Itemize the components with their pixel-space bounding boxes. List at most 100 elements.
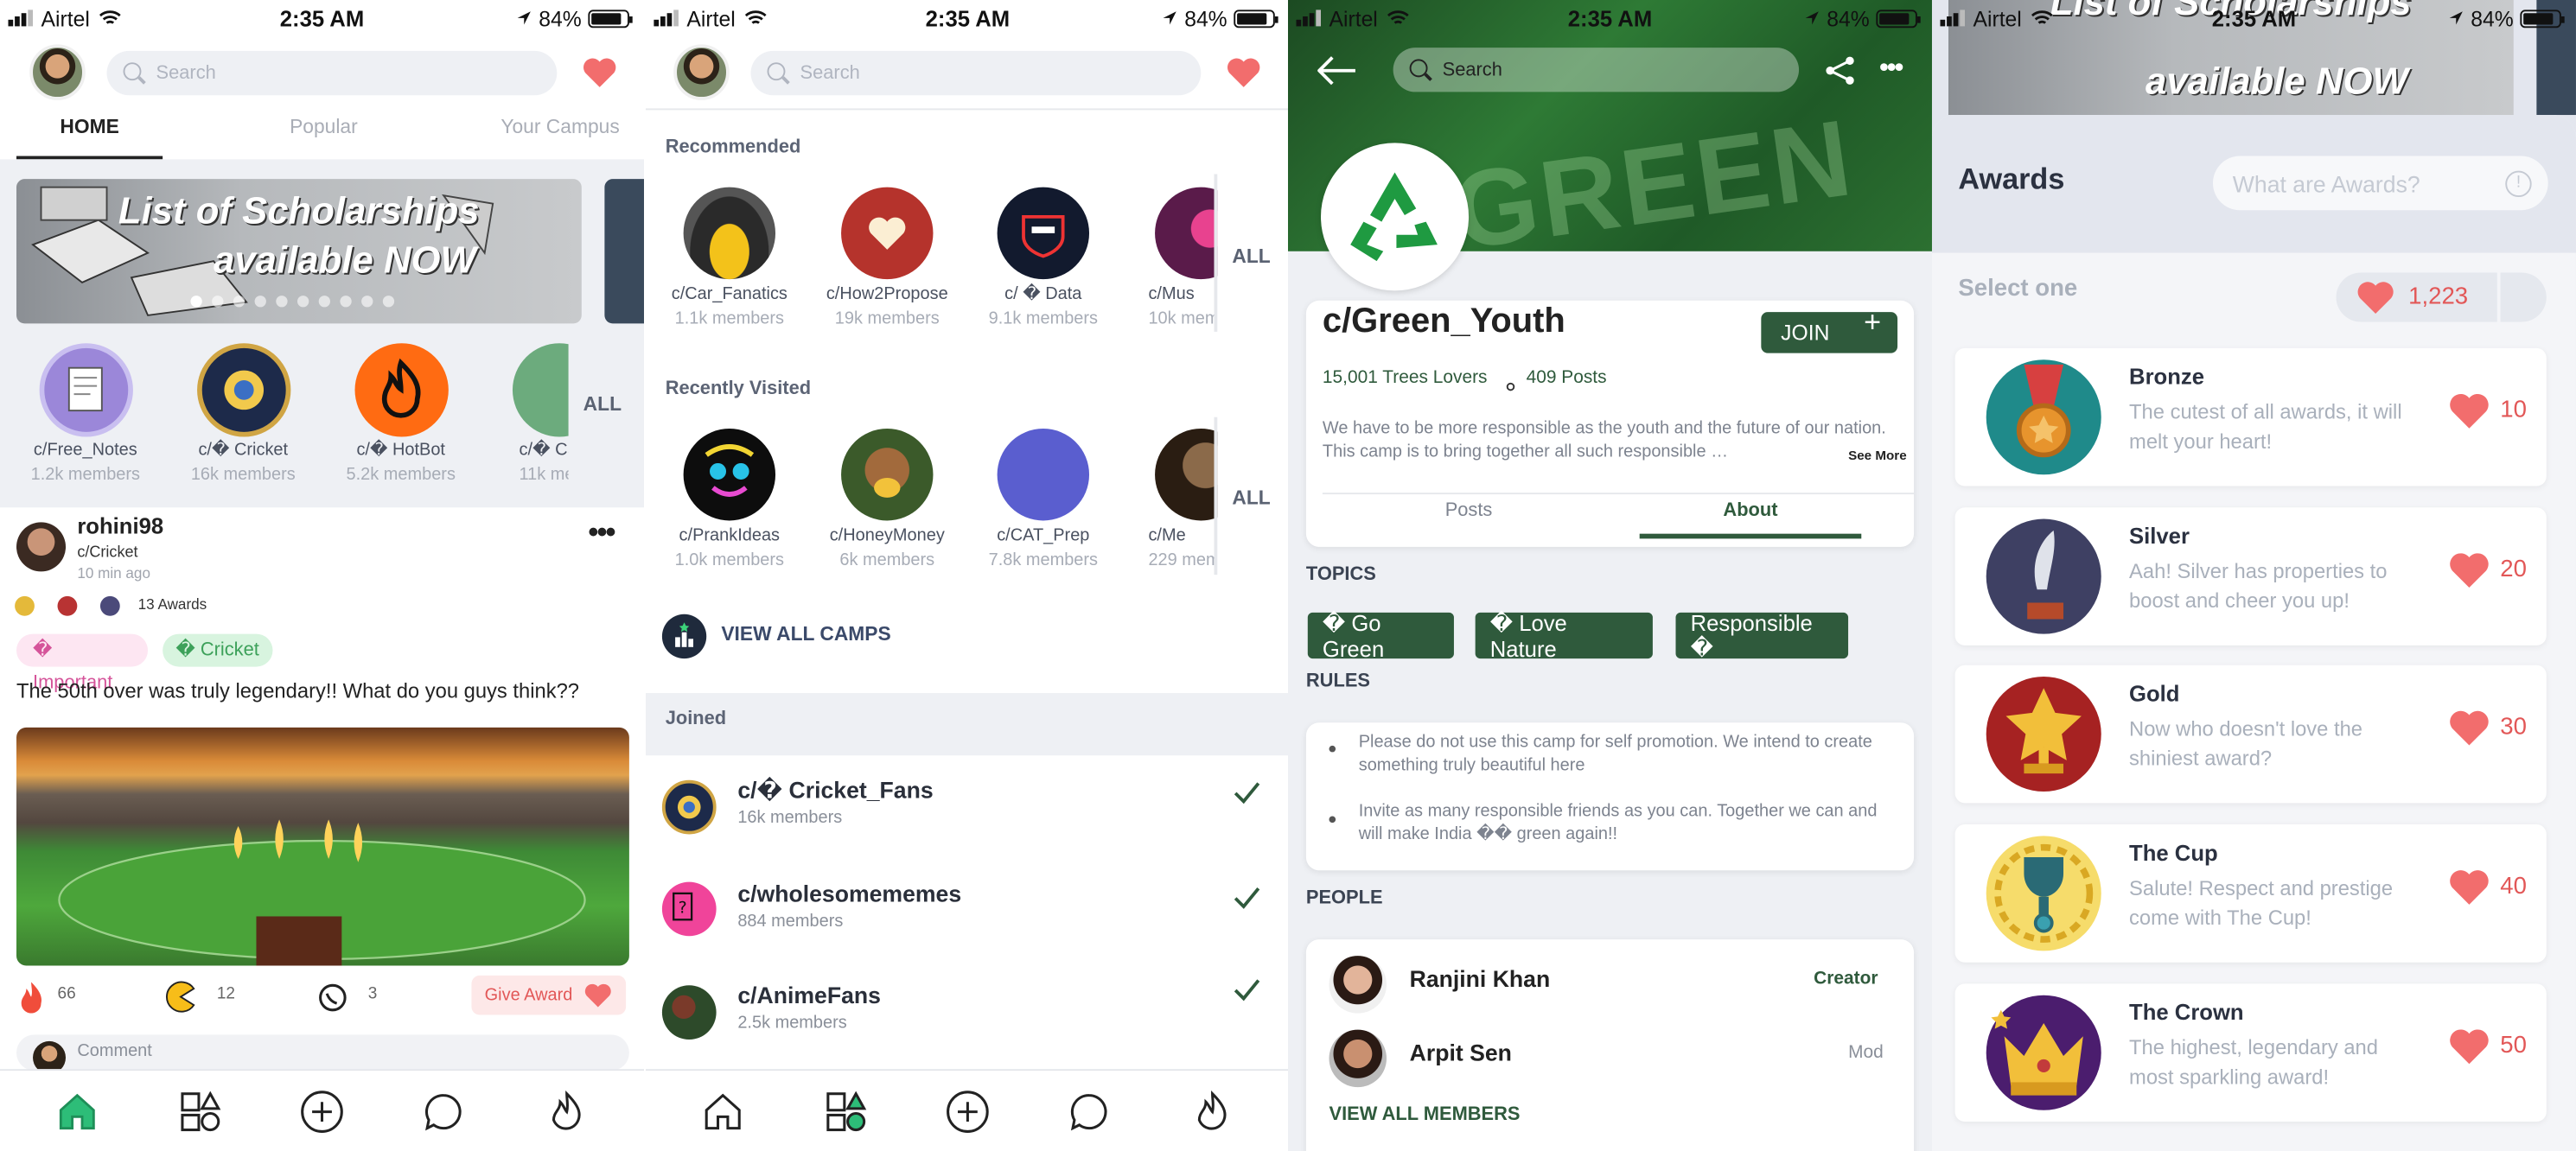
- joined-camp-name[interactable]: c/� Cricket_Fans: [737, 777, 933, 804]
- wholesomememes-icon[interactable]: ?: [661, 881, 717, 937]
- search-placeholder: Search: [156, 63, 216, 83]
- heart-icon[interactable]: [582, 56, 618, 89]
- award-the-cup[interactable]: The Cup Salute! Respect and prestige com…: [1954, 824, 2547, 963]
- nav-chat-icon[interactable]: [1065, 1086, 1114, 1135]
- rule-bullet: [1329, 816, 1336, 824]
- search-icon: [1409, 58, 1433, 81]
- fire-icon[interactable]: [16, 981, 46, 1022]
- topic-go-green[interactable]: � Go Green: [1307, 610, 1454, 661]
- balance-pill: 1,223: [2336, 272, 2497, 322]
- search-placeholder: Search: [800, 63, 860, 83]
- cat-prep-icon[interactable]: [997, 429, 1090, 521]
- prankideas-icon[interactable]: [683, 429, 776, 521]
- join-button[interactable]: JOIN +: [1761, 305, 1898, 353]
- profile-avatar[interactable]: [673, 44, 730, 100]
- fire-count: 66: [57, 985, 76, 1004]
- search-placeholder: Search: [1442, 60, 1502, 80]
- camp-free-notes-icon[interactable]: [39, 343, 133, 437]
- joined-camp-name[interactable]: c/AnimeFans: [737, 982, 881, 1008]
- topic-responsible[interactable]: Responsible �: [1675, 610, 1849, 659]
- creator-avatar[interactable]: [1329, 956, 1387, 1014]
- animefans-icon[interactable]: [661, 985, 717, 1040]
- camp-members: 1.1k members: [674, 308, 785, 329]
- post-text: The 50th over was truly legendary!! What…: [16, 679, 580, 703]
- person-name[interactable]: Ranjini Khan: [1410, 965, 1551, 991]
- tab-home[interactable]: HOME: [16, 108, 163, 160]
- tag-cricket[interactable]: � Cricket: [163, 633, 273, 667]
- nav-add-icon[interactable]: [943, 1086, 992, 1135]
- view-all-camps-icon[interactable]: [661, 614, 707, 659]
- nav-trending-icon[interactable]: [1188, 1086, 1237, 1135]
- nav-trending-icon[interactable]: [542, 1086, 591, 1135]
- view-all-camps-link[interactable]: VIEW ALL CAMPS: [721, 622, 890, 645]
- more-options-icon[interactable]: •••: [1879, 54, 1903, 84]
- view-all-members-link[interactable]: VIEW ALL MEMBERS: [1329, 1105, 1521, 1125]
- camp-cricket-icon[interactable]: [197, 343, 291, 437]
- camp-name: c/Me: [1148, 525, 1186, 545]
- tab-about[interactable]: About: [1639, 501, 1862, 539]
- person-name[interactable]: Arpit Sen: [1410, 1040, 1512, 1065]
- scholarship-banner[interactable]: List of Scholarships available NOW: [16, 179, 582, 324]
- tag-important[interactable]: � Important: [16, 633, 149, 693]
- see-more-link[interactable]: See More: [1841, 448, 1907, 463]
- nav-home-icon[interactable]: [53, 1086, 102, 1135]
- check-icon[interactable]: [1234, 887, 1260, 918]
- camps-all-link[interactable]: ALL: [583, 392, 622, 416]
- awards-help-input[interactable]: What are Awards?!: [2212, 156, 2548, 211]
- search-input[interactable]: Search: [106, 50, 558, 96]
- post-image[interactable]: [16, 727, 629, 966]
- share-icon[interactable]: [1824, 54, 1857, 96]
- pacman-icon[interactable]: [164, 981, 197, 1022]
- posts-count: 409 Posts: [1526, 367, 1607, 388]
- nav-camps-icon[interactable]: [820, 1086, 870, 1135]
- post-author-name[interactable]: rohini98: [77, 514, 163, 539]
- comment-placeholder: Comment: [77, 1040, 152, 1061]
- search-input[interactable]: Search: [750, 50, 1202, 96]
- recent-all-link[interactable]: ALL: [1232, 486, 1270, 510]
- search-input[interactable]: Search: [1393, 48, 1800, 92]
- awards-count: 13 Awards: [137, 595, 207, 613]
- recommended-all-link[interactable]: ALL: [1232, 245, 1270, 268]
- topic-love-nature[interactable]: � Love Nature: [1475, 610, 1653, 661]
- tab-popular[interactable]: Popular: [250, 115, 398, 138]
- nav-camps-icon[interactable]: [175, 1086, 225, 1135]
- post-camp[interactable]: c/Cricket: [77, 544, 137, 562]
- award-gold[interactable]: Gold Now who doesn't love the shiniest a…: [1954, 665, 2547, 804]
- how2propose-icon[interactable]: [841, 187, 934, 280]
- camp-card: c/Mus 10k mem: [1148, 283, 1214, 332]
- check-icon[interactable]: [1234, 782, 1260, 813]
- heart-balance: 1,223: [2408, 283, 2469, 311]
- data-camp-icon[interactable]: [997, 187, 1090, 280]
- award-bronze[interactable]: Bronze The cutest of all awards, it will…: [1954, 347, 2547, 486]
- award-name: The Crown: [2129, 1000, 2244, 1025]
- tab-your-campus[interactable]: Your Campus: [487, 115, 634, 138]
- back-arrow-icon[interactable]: [1317, 56, 1357, 94]
- nav-chat-icon[interactable]: [419, 1086, 469, 1135]
- award-badges: [15, 595, 120, 616]
- car-fanatics-icon[interactable]: [683, 187, 776, 280]
- award-the-crown[interactable]: The Crown The highest, legendary and mos…: [1954, 983, 2547, 1122]
- whatsapp-icon[interactable]: [317, 982, 348, 1021]
- nav-add-icon[interactable]: [297, 1086, 347, 1135]
- heart-icon: [2449, 1029, 2489, 1065]
- give-award-button[interactable]: Give Award: [471, 975, 627, 1015]
- cricket-fans-icon[interactable]: [661, 779, 717, 835]
- next-banner-peek[interactable]: [604, 179, 644, 324]
- joined-camp-name[interactable]: c/wholesomememes: [737, 881, 961, 906]
- post-author-avatar[interactable]: [16, 522, 67, 572]
- award-silver[interactable]: Silver Aah! Silver has properties to boo…: [1954, 507, 2547, 645]
- profile-avatar[interactable]: [29, 44, 86, 100]
- nav-home-icon[interactable]: [698, 1086, 748, 1135]
- mod-avatar[interactable]: [1329, 1029, 1387, 1088]
- camp-hotbot-icon[interactable]: [354, 343, 449, 437]
- tab-posts[interactable]: Posts: [1387, 501, 1551, 521]
- award-price: 10: [2447, 391, 2527, 430]
- check-icon[interactable]: [1234, 979, 1260, 1010]
- camp-name: c/How2Propose: [826, 283, 948, 304]
- time-label: 2:35 AM: [279, 5, 365, 31]
- heart-icon[interactable]: [1226, 56, 1262, 89]
- battery-icon: [588, 9, 633, 28]
- camp-members: 11k mer: [519, 464, 569, 485]
- honeymoney-icon[interactable]: [841, 429, 934, 521]
- more-options-icon[interactable]: •••: [588, 516, 615, 550]
